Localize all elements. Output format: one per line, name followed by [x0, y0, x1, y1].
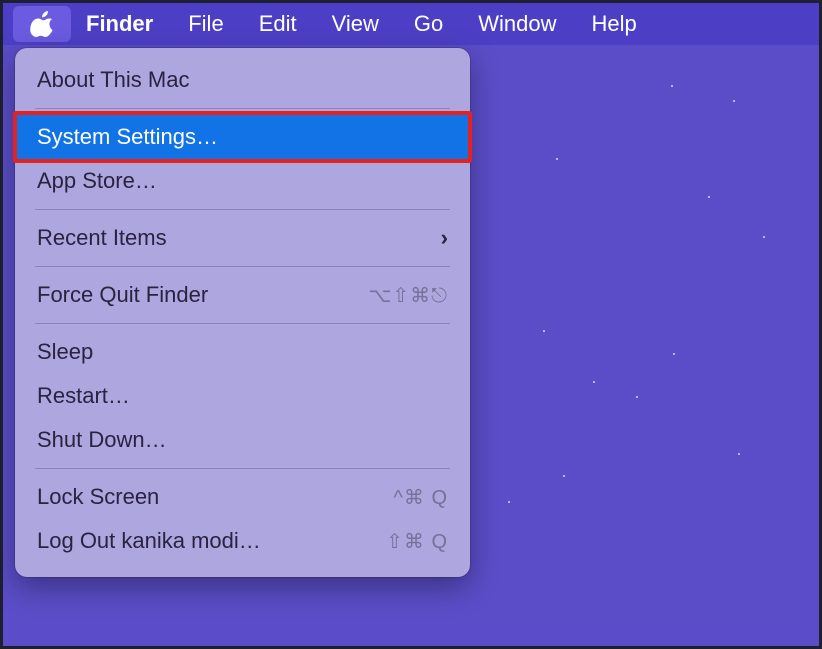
star-dot: [763, 236, 765, 238]
menubar-file[interactable]: File: [176, 6, 235, 42]
menu-label: Shut Down…: [37, 427, 167, 453]
menu-separator: [35, 108, 450, 109]
apple-menu-button[interactable]: [13, 6, 71, 42]
menu-label: App Store…: [37, 168, 157, 194]
star-dot: [671, 85, 673, 87]
menu-label: Sleep: [37, 339, 93, 365]
star-dot: [673, 353, 675, 355]
star-dot: [508, 501, 510, 503]
menu-label: Restart…: [37, 383, 130, 409]
apple-icon: [30, 11, 54, 37]
shortcut-label: ⇧⌘ Q: [386, 529, 448, 554]
menu-label: Lock Screen: [37, 484, 159, 510]
star-dot: [563, 475, 565, 477]
star-dot: [543, 330, 545, 332]
menubar-edit[interactable]: Edit: [247, 6, 309, 42]
star-dot: [708, 196, 710, 198]
menubar-view[interactable]: View: [320, 6, 391, 42]
menubar-window[interactable]: Window: [466, 6, 568, 42]
menu-restart[interactable]: Restart…: [15, 374, 470, 418]
menu-separator: [35, 209, 450, 210]
menubar-help[interactable]: Help: [580, 6, 649, 42]
menu-label: System Settings…: [37, 124, 218, 150]
menu-app-store[interactable]: App Store…: [15, 159, 470, 203]
menu-label: Force Quit Finder: [37, 282, 208, 308]
menubar-go[interactable]: Go: [402, 6, 455, 42]
menu-label: About This Mac: [37, 67, 189, 93]
star-dot: [733, 100, 735, 102]
shortcut-label: ⌥⇧⌘⎋: [368, 283, 448, 308]
shortcut-label: ^⌘ Q: [394, 485, 449, 510]
star-dot: [593, 381, 595, 383]
star-dot: [556, 158, 558, 160]
menubar-app-name[interactable]: Finder: [82, 6, 165, 42]
menu-separator: [35, 323, 450, 324]
apple-menu-dropdown: About This Mac System Settings… App Stor…: [15, 48, 470, 577]
menu-recent-items[interactable]: Recent Items ›: [15, 216, 470, 260]
star-dot: [738, 453, 740, 455]
menu-system-settings[interactable]: System Settings…: [15, 115, 470, 159]
menu-label: Recent Items: [37, 225, 167, 251]
menubar: Finder File Edit View Go Window Help: [3, 3, 819, 45]
menu-sleep[interactable]: Sleep: [15, 330, 470, 374]
chevron-right-icon: ›: [441, 225, 448, 251]
menu-separator: [35, 266, 450, 267]
menu-label: Log Out kanika modi…: [37, 528, 261, 554]
star-dot: [636, 396, 638, 398]
menu-log-out[interactable]: Log Out kanika modi… ⇧⌘ Q: [15, 519, 470, 563]
menu-separator: [35, 468, 450, 469]
menu-about-this-mac[interactable]: About This Mac: [15, 58, 470, 102]
menu-shut-down[interactable]: Shut Down…: [15, 418, 470, 462]
menu-force-quit[interactable]: Force Quit Finder ⌥⇧⌘⎋: [15, 273, 470, 317]
menu-lock-screen[interactable]: Lock Screen ^⌘ Q: [15, 475, 470, 519]
